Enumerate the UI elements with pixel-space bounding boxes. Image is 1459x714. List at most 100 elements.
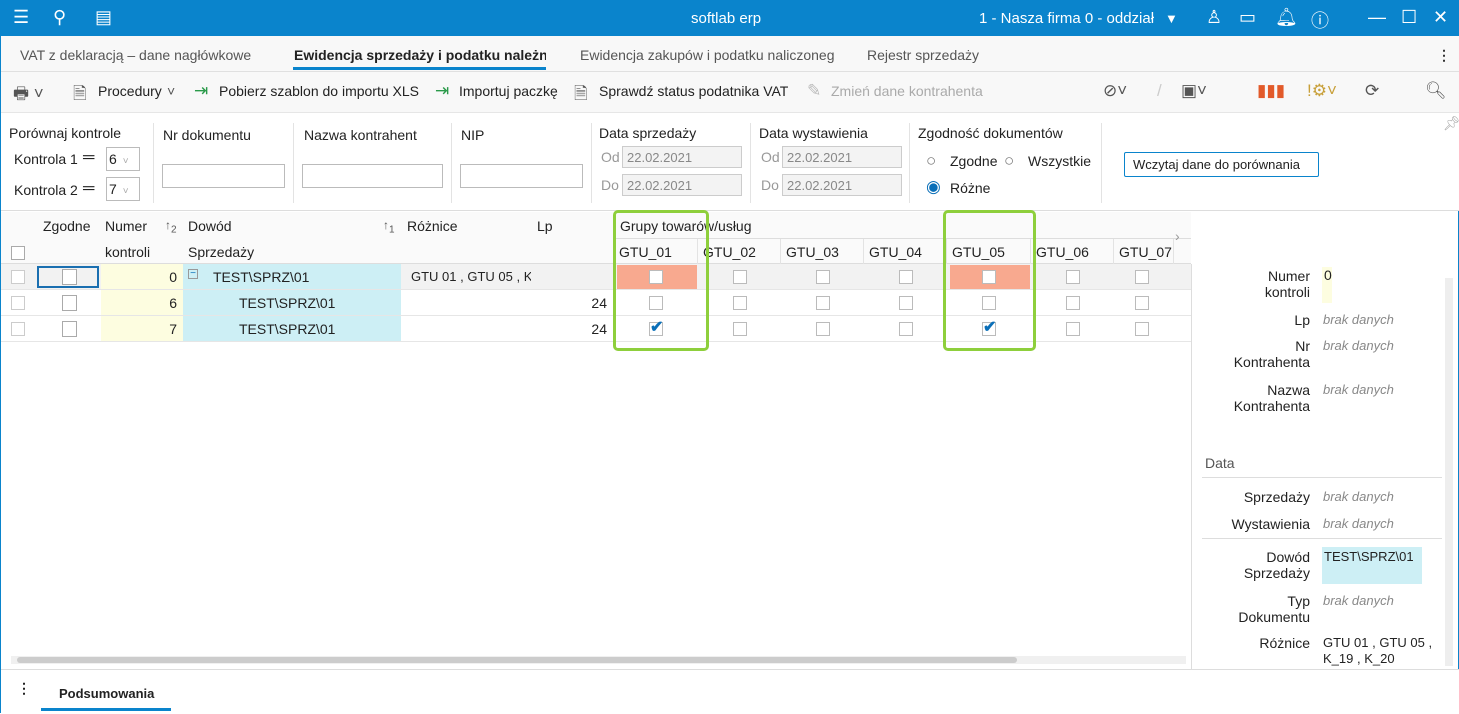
zmien-dane-button[interactable]: Zmień dane kontrahenta — [831, 83, 983, 99]
collapse-icon[interactable]: − — [188, 269, 198, 279]
radio-rozne-selected[interactable]: ◉ — [926, 177, 941, 197]
row-select-checkbox[interactable] — [11, 270, 25, 284]
tab-ewidencja-zakupow[interactable]: Ewidencja zakupów i podatku naliczonego — [580, 47, 834, 63]
user-icon[interactable]: ♙ — [1206, 7, 1222, 28]
numer-value: 0 — [1322, 267, 1332, 303]
gtu-checkbox[interactable] — [898, 322, 913, 336]
header-lp[interactable]: Lp — [537, 218, 553, 234]
company-selector[interactable]: 1 - Nasza firma 0 - oddział — [979, 10, 1154, 27]
header-zgodne[interactable]: Zgodne — [43, 218, 90, 234]
numer-cell: 6 — [101, 290, 183, 316]
gtu-checkbox[interactable] — [1135, 322, 1149, 336]
zgodne-checkbox[interactable] — [62, 295, 77, 311]
kontrola1-select[interactable]: 6 ˅ — [106, 147, 140, 171]
close-icon[interactable]: ✕ — [1433, 7, 1448, 28]
vertical-scrollbar[interactable] — [1445, 278, 1453, 666]
select-all-checkbox[interactable] — [11, 246, 25, 260]
nazwa-kontrahent-input[interactable] — [302, 164, 443, 188]
header-gtu[interactable]: GTU_03 — [786, 244, 839, 260]
header-gtu[interactable]: GTU_06 — [1036, 244, 1089, 260]
sort-asc-icon[interactable]: ↑1 — [383, 218, 395, 235]
chevron-down-icon[interactable]: ˅ — [167, 83, 175, 99]
wczytaj-dane-button[interactable]: Wczytaj dane do porównania — [1124, 152, 1319, 177]
import-icon: ⇥ — [194, 81, 209, 100]
bell-icon[interactable]: 🔔︎ — [1275, 7, 1298, 28]
gtu-checkbox[interactable] — [898, 296, 913, 310]
gtu-checkbox[interactable] — [1065, 322, 1080, 336]
gtu-checkbox[interactable] — [1065, 296, 1080, 310]
refresh-icon[interactable]: ⟳ — [1365, 81, 1379, 101]
minimize-icon[interactable]: — — [1368, 7, 1386, 28]
gtu-checkbox[interactable] — [815, 296, 830, 310]
help-icon[interactable]: ⓘ — [1311, 7, 1329, 33]
filter-off-icon[interactable]: ⊘˅ — [1103, 81, 1127, 101]
tab-vat-naglowkowe[interactable]: VAT z deklaracją – dane nagłówkowe — [20, 47, 260, 63]
row-select-checkbox[interactable] — [11, 322, 25, 336]
gtu-checkbox[interactable] — [815, 322, 830, 336]
filter-panel: Porównaj kontrole Kontrola 1 ═ 6 ˅ Kontro… — [1, 113, 1459, 211]
chat-icon[interactable]: ▭ — [1239, 7, 1256, 28]
gtu-checkbox[interactable] — [1135, 296, 1149, 310]
more-options-icon[interactable]: ⋮ — [1437, 47, 1451, 64]
sort-asc-icon[interactable]: ↑2 — [165, 218, 177, 235]
maximize-icon[interactable]: ☐ — [1401, 7, 1417, 28]
gtu-checkbox[interactable] — [815, 270, 830, 284]
more-options-icon[interactable]: ⋮ — [17, 680, 31, 697]
sprzedaz-do-input[interactable]: 22.02.2021 — [622, 174, 742, 196]
equals-icon: ═ — [83, 180, 95, 197]
header-gtu[interactable]: GTU_02 — [703, 244, 756, 260]
zgodne-checkbox[interactable] — [62, 269, 77, 285]
roznice-cell: GTU 01 , GTU 05 , K — [401, 264, 531, 290]
wystawienia-do-input[interactable]: 22.02.2021 — [782, 174, 902, 196]
gtu-checkbox[interactable] — [1135, 270, 1149, 284]
horizontal-scrollbar[interactable] — [11, 656, 1186, 664]
row-select-checkbox[interactable] — [11, 296, 25, 310]
news-icon[interactable]: ▤ — [95, 7, 112, 28]
label: Sprzedaży — [1243, 565, 1310, 581]
scroll-right-icon[interactable]: › — [1175, 228, 1180, 244]
header-numer[interactable]: Numer — [105, 218, 147, 234]
gtu-checkbox[interactable] — [732, 322, 747, 336]
gtu-checkbox[interactable] — [1065, 270, 1080, 284]
lp-cell: 24 — [531, 316, 611, 342]
importuj-paczke-button[interactable]: Importuj paczkę — [459, 83, 558, 99]
sprawdz-status-button[interactable]: Sprawdź status podatnika VAT — [599, 83, 788, 99]
od-label: Od — [761, 149, 780, 165]
nip-input[interactable] — [460, 164, 583, 188]
wystawienia-od-input[interactable]: 22.02.2021 — [782, 146, 902, 168]
header-gtu[interactable]: GTU_04 — [869, 244, 922, 260]
header-gtu[interactable]: GTU_07 — [1119, 244, 1172, 260]
pobierz-szablon-button[interactable]: Pobierz szablon do importu XLS — [219, 83, 419, 99]
label: Dokumentu — [1238, 609, 1310, 625]
header-dowod[interactable]: Dowód — [188, 218, 232, 234]
search-icon[interactable]: ⚲ — [53, 7, 66, 28]
chevron-down-icon[interactable]: ▼ — [1165, 11, 1178, 26]
zgodne-checkbox[interactable] — [62, 321, 77, 337]
nr-dokumentu-input[interactable] — [162, 164, 285, 188]
settings-warning-icon[interactable]: !⚙˅ — [1307, 81, 1337, 101]
porownaj-label: Porównaj kontrole — [9, 125, 122, 141]
lp-cell — [531, 264, 611, 290]
gtu-checkbox[interactable] — [898, 270, 913, 284]
search-list-icon[interactable]: 🔍︎ — [1425, 81, 1447, 101]
export-icon[interactable]: ▣˅ — [1181, 81, 1207, 101]
sprzedaz-od-input[interactable]: 22.02.2021 — [622, 146, 742, 168]
tab-rejestr-sprzedazy[interactable]: Rejestr sprzedaży — [867, 47, 979, 63]
radio-wszystkie[interactable]: ○ — [1004, 151, 1014, 171]
print-icon[interactable]: 🖶︎ ˅ — [13, 81, 44, 110]
pin-icon[interactable]: 📌︎ — [1443, 115, 1459, 132]
toolbar: 🖶︎ ˅ 🗎 Procedury ˅ ⇥ Pobierz szablon do … — [1, 72, 1459, 113]
chart-icon[interactable]: ▮▮▮ — [1257, 81, 1285, 101]
hamburger-menu-icon[interactable]: ☰ — [13, 7, 29, 28]
divider — [1202, 477, 1442, 478]
gtu-checkbox[interactable] — [732, 296, 747, 310]
procedury-button[interactable]: Procedury — [98, 83, 162, 99]
radio-zgodne[interactable]: ○ — [926, 151, 936, 171]
header-roznice[interactable]: Różnice — [407, 218, 458, 234]
tab-ewidencja-sprzedazy[interactable]: Ewidencja sprzedaży i podatku należnego — [294, 47, 546, 63]
gtu-checkbox[interactable] — [732, 270, 747, 284]
sprzedazy-label: Sprzedaży — [1243, 489, 1310, 505]
kontrola2-select[interactable]: 7 ˅ — [106, 177, 140, 201]
tab-podsumowania[interactable]: Podsumowania — [59, 686, 154, 701]
chevron-down-icon: ˅ — [122, 156, 129, 167]
